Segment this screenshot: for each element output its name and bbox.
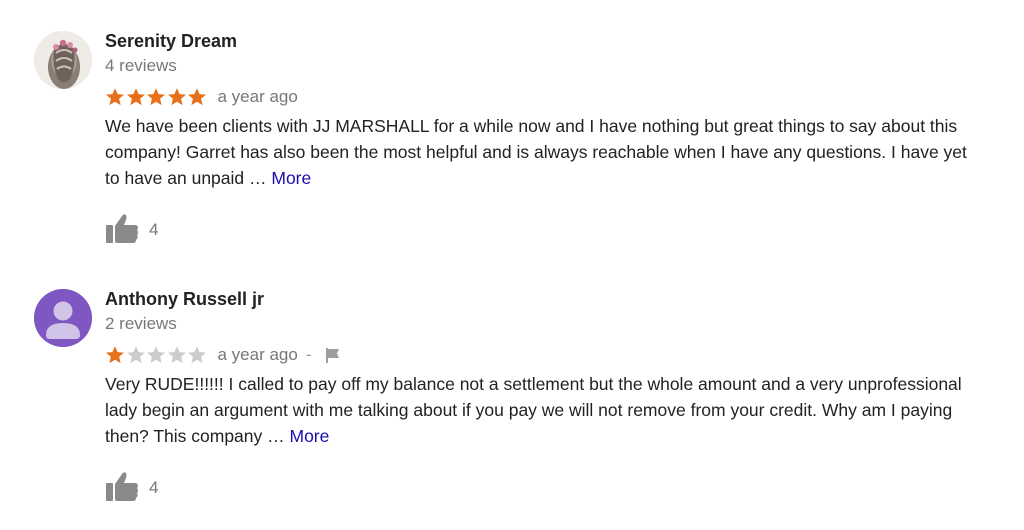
review-content: Anthony Russell jr 2 reviews a year ago …	[105, 286, 985, 503]
more-link[interactable]: More	[271, 168, 311, 188]
star-rating	[105, 87, 208, 107]
review-meta: a year ago	[105, 84, 985, 110]
star-filled-icon	[167, 88, 186, 106]
review-text: Very RUDE!!!!!! I called to pay off my b…	[105, 371, 985, 449]
reviewer-review-count: 4 reviews	[105, 56, 177, 75]
review-meta: a year ago -	[105, 342, 985, 368]
thumbs-up-icon[interactable]	[105, 212, 139, 244]
review-content: Serenity Dream 4 reviews a year ago We h…	[105, 28, 985, 245]
like-section: 4	[105, 469, 985, 503]
review-body: Very RUDE!!!!!! I called to pay off my b…	[105, 374, 962, 446]
review-text: We have been clients with JJ MARSHALL fo…	[105, 113, 985, 191]
flag-icon[interactable]	[324, 346, 342, 364]
review-time: a year ago	[217, 345, 298, 364]
star-filled-icon	[147, 88, 165, 106]
star-rating	[105, 345, 208, 365]
review-body: We have been clients with JJ MARSHALL fo…	[105, 116, 967, 188]
thumbs-up-icon[interactable]	[105, 470, 139, 502]
meta-separator: -	[305, 345, 312, 364]
avatar[interactable]	[34, 289, 92, 347]
star-filled-icon	[126, 88, 145, 106]
review-time: a year ago	[217, 87, 298, 106]
profile-photo-icon	[34, 31, 92, 89]
star-filled-icon	[106, 88, 124, 106]
star-empty-icon	[126, 346, 145, 364]
like-count: 4	[149, 478, 159, 497]
star-empty-icon	[188, 346, 206, 364]
star-empty-icon	[147, 346, 165, 364]
star-filled-icon	[106, 346, 124, 364]
default-person-icon	[34, 289, 92, 347]
like-section: 4	[105, 211, 985, 245]
reviewer-name[interactable]: Anthony Russell jr	[105, 287, 985, 311]
reviewer-review-count: 2 reviews	[105, 314, 177, 333]
like-count: 4	[149, 220, 159, 239]
star-filled-icon	[188, 88, 206, 106]
more-link[interactable]: More	[290, 426, 330, 446]
star-empty-icon	[167, 346, 186, 364]
reviewer-name[interactable]: Serenity Dream	[105, 29, 985, 53]
avatar[interactable]	[34, 31, 92, 89]
